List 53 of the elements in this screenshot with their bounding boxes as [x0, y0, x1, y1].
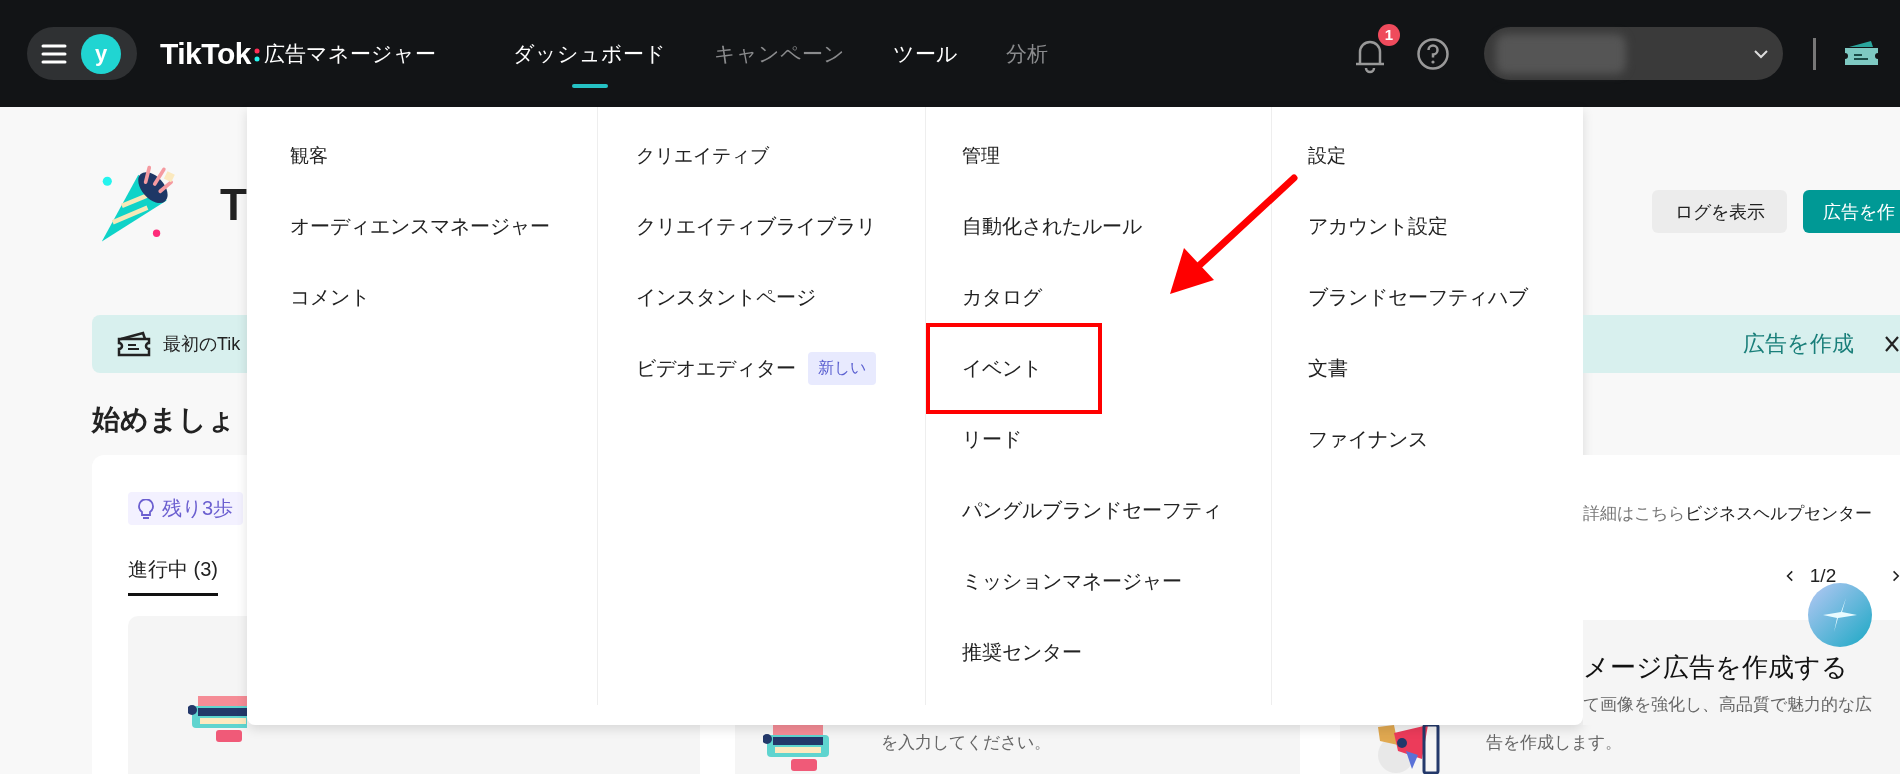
menu-heading: クリエイティブ [636, 143, 769, 168]
menu-item[interactable]: ブランドセーフティハブ [1308, 284, 1528, 311]
steps-text: 残り3歩 [162, 496, 234, 521]
banner-text: 最初のTik [163, 333, 241, 356]
nav-tab[interactable]: ツール [893, 19, 958, 88]
account-selector[interactable] [1484, 27, 1783, 80]
menu-heading: 設定 [1308, 143, 1346, 168]
avatar: y [81, 33, 121, 74]
menu-item[interactable]: 自動化されたルール [962, 213, 1142, 240]
logo-text: TikTok [160, 36, 251, 71]
menu-item[interactable]: オーディエンスマネージャー [290, 213, 550, 240]
product-name: 広告マネージャー [263, 40, 436, 67]
new-badge: 新しい [808, 352, 876, 385]
notification-badge: 1 [1378, 23, 1400, 46]
nav-tab[interactable]: キャンペーン [714, 19, 845, 88]
menu-item[interactable]: カタログ [962, 284, 1042, 311]
menu-item[interactable]: イベント [962, 355, 1042, 382]
nav-tab[interactable]: 分析 [1006, 19, 1048, 88]
section-heading: 始めましょ [92, 403, 237, 437]
page-indicator: 1/2 [1809, 565, 1837, 587]
view-log-button[interactable]: ログを表示 [1652, 190, 1787, 233]
chevron-left-icon[interactable] [1786, 568, 1794, 584]
chevron-right-icon[interactable] [1892, 568, 1900, 584]
menu-item[interactable]: ミッションマネージャー [962, 568, 1182, 595]
card-description: て画像を強化し、高品質で魅力的な広 [1583, 694, 1873, 716]
chevron-down-icon [1753, 48, 1769, 59]
menu-item[interactable]: ビデオエディター [636, 355, 796, 382]
menu-heading: 管理 [962, 143, 1000, 168]
card-description: を入力してください。 [881, 732, 1051, 754]
menu-heading: 観客 [290, 143, 328, 168]
menu-item[interactable]: リード [962, 426, 1022, 453]
nav-tab[interactable]: ダッシュボード [513, 19, 666, 88]
banner-link[interactable]: 広告を作成 [1743, 329, 1854, 359]
card-description: 告を作成します。 [1486, 732, 1622, 754]
help-text: 詳細はこちら [1583, 503, 1685, 525]
menu-item[interactable]: パングルブランドセーフティ [962, 497, 1222, 524]
menu-item[interactable]: 推奨センター [962, 639, 1082, 666]
menu-item[interactable]: コメント [290, 284, 370, 311]
lightbulb-icon [138, 498, 154, 519]
menu-item[interactable]: アカウント設定 [1308, 213, 1448, 240]
help-link[interactable]: ビジネスヘルプセンター [1685, 502, 1872, 525]
status-tab[interactable]: 進行中 (3) [128, 555, 218, 596]
menu-item[interactable]: インスタントページ [636, 284, 816, 311]
menu-icon [41, 43, 67, 64]
help-icon[interactable] [1416, 36, 1450, 71]
ticket-icon [117, 331, 151, 357]
card-title: メージ広告を作成する [1583, 651, 1849, 684]
menu-item[interactable]: ファイナンス [1308, 426, 1428, 453]
menu-item[interactable]: 文書 [1308, 355, 1348, 382]
create-ad-button[interactable]: 広告を作 [1803, 190, 1900, 233]
menu-item[interactable]: クリエイティブライブラリ [636, 213, 876, 240]
close-icon[interactable] [1884, 335, 1900, 353]
page-title: T [220, 179, 247, 230]
